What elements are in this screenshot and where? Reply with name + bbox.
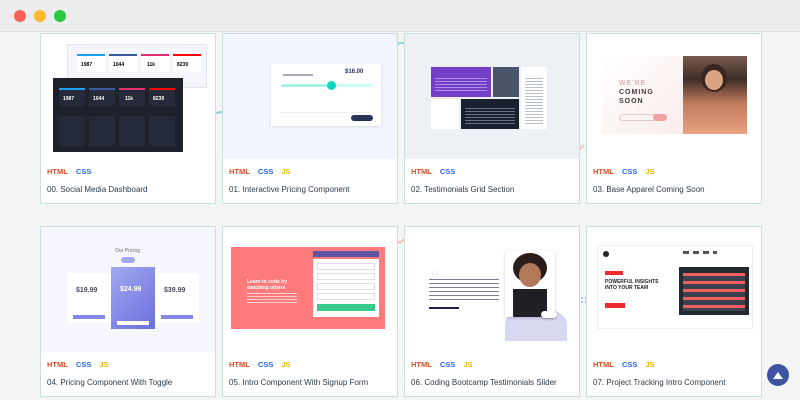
- js-tag: JS: [463, 360, 473, 369]
- project-card[interactable]: Learn to code by watching others HTML CS…: [222, 226, 398, 397]
- css-tag: CSS: [257, 360, 274, 369]
- project-card[interactable]: $16.00 HTML CSS JS 01. Interactive Prici…: [222, 33, 398, 204]
- css-tag: CSS: [75, 167, 92, 176]
- tech-tags: HTML CSS JS: [593, 360, 661, 369]
- tech-tags: HTML CSS JS: [411, 360, 479, 369]
- html-tag: HTML: [411, 360, 432, 369]
- project-title: 07. Project Tracking Intro Component: [593, 378, 726, 387]
- html-tag: HTML: [47, 360, 68, 369]
- project-card[interactable]: POWERFUL INSIGHTS INTO YOUR TEAM HTML CS…: [586, 226, 762, 397]
- coming-soon-text: WE'RE: [619, 80, 647, 87]
- price-text: $19.99: [76, 287, 98, 294]
- project-title: 05. Intro Component With Signup Form: [229, 378, 369, 387]
- project-title: 01. Interactive Pricing Component: [229, 185, 350, 194]
- project-card[interactable]: “ HTML CSS JS 06. Coding Bootcamp Testim…: [404, 226, 580, 397]
- stat-text: 8239: [177, 62, 189, 68]
- signup-heading: Learn to code by watching others: [247, 279, 288, 291]
- coming-soon-text: SOON: [619, 98, 644, 105]
- css-tag: CSS: [621, 360, 638, 369]
- css-tag: CSS: [621, 167, 638, 176]
- stat-text: 1987: [63, 96, 75, 102]
- tech-tags: HTML CSS: [411, 167, 461, 176]
- tech-tags: HTML CSS JS: [229, 167, 297, 176]
- js-tag: JS: [645, 167, 655, 176]
- price-text: $16.00: [345, 69, 364, 75]
- project-thumbnail: Learn to code by watching others: [223, 227, 397, 352]
- stat-text: 1044: [93, 96, 105, 102]
- scroll-to-top-button[interactable]: [767, 364, 789, 386]
- stat-text: 1044: [113, 62, 125, 68]
- html-tag: HTML: [229, 167, 250, 176]
- project-card[interactable]: 1987 1044 11k 8239 1987 1044 11k 8239 HT…: [40, 33, 216, 204]
- js-tag: JS: [645, 360, 655, 369]
- html-tag: HTML: [593, 167, 614, 176]
- project-thumbnail: $16.00: [223, 34, 397, 159]
- project-thumbnail: WE'RE COMING SOON: [587, 34, 761, 159]
- project-thumbnail: [405, 34, 579, 159]
- project-thumbnail: Our Pricing $19.99 $24.99 $39.99: [41, 227, 215, 352]
- js-tag: JS: [99, 360, 109, 369]
- html-tag: HTML: [593, 360, 614, 369]
- maximize-window-button[interactable]: [54, 10, 66, 22]
- js-tag: JS: [281, 167, 291, 176]
- price-text: $24.99: [120, 286, 142, 293]
- project-title: 03. Base Apparel Coming Soon: [593, 185, 705, 194]
- price-text: $39.99: [164, 287, 186, 294]
- css-tag: CSS: [439, 167, 456, 176]
- stat-text: 11k: [147, 62, 156, 68]
- close-window-button[interactable]: [14, 10, 26, 22]
- stat-text: 8239: [153, 96, 165, 102]
- css-tag: CSS: [75, 360, 92, 369]
- css-tag: CSS: [257, 167, 274, 176]
- tech-tags: HTML CSS: [47, 167, 97, 176]
- project-thumbnail: POWERFUL INSIGHTS INTO YOUR TEAM: [587, 227, 761, 352]
- project-card[interactable]: HTML CSS 02. Testimonials Grid Section: [404, 33, 580, 204]
- css-tag: CSS: [439, 360, 456, 369]
- html-tag: HTML: [47, 167, 68, 176]
- stat-text: 1987: [81, 62, 93, 68]
- html-tag: HTML: [411, 167, 432, 176]
- project-title: 02. Testimonials Grid Section: [411, 185, 515, 194]
- project-title: 06. Coding Bootcamp Testimonials Slider: [411, 378, 557, 387]
- minimize-window-button[interactable]: [34, 10, 46, 22]
- coming-soon-text: COMING: [619, 89, 654, 96]
- html-tag: HTML: [229, 360, 250, 369]
- browser-window: 1987 1044 11k 8239 1987 1044 11k 8239 HT…: [0, 0, 800, 400]
- tech-tags: HTML CSS JS: [593, 167, 661, 176]
- project-gallery: 1987 1044 11k 8239 1987 1044 11k 8239 HT…: [0, 33, 800, 400]
- tech-tags: HTML CSS JS: [229, 360, 297, 369]
- project-thumbnail: 1987 1044 11k 8239 1987 1044 11k 8239: [41, 34, 215, 159]
- arrow-up-icon: [773, 371, 783, 379]
- project-title: 00. Social Media Dashboard: [47, 185, 148, 194]
- project-thumbnail: “: [405, 227, 579, 352]
- project-card[interactable]: WE'RE COMING SOON HTML CSS JS 03. Base A…: [586, 33, 762, 204]
- tech-tags: HTML CSS JS: [47, 360, 115, 369]
- pricing-heading: Our Pricing: [115, 248, 141, 254]
- title-bar: [0, 0, 800, 32]
- stat-text: 11k: [125, 96, 134, 102]
- tracking-heading: POWERFUL INSIGHTS INTO YOUR TEAM: [605, 279, 659, 291]
- project-title: 04. Pricing Component With Toggle: [47, 378, 173, 387]
- js-tag: JS: [281, 360, 291, 369]
- project-card[interactable]: Our Pricing $19.99 $24.99 $39.99 HTML CS…: [40, 226, 216, 397]
